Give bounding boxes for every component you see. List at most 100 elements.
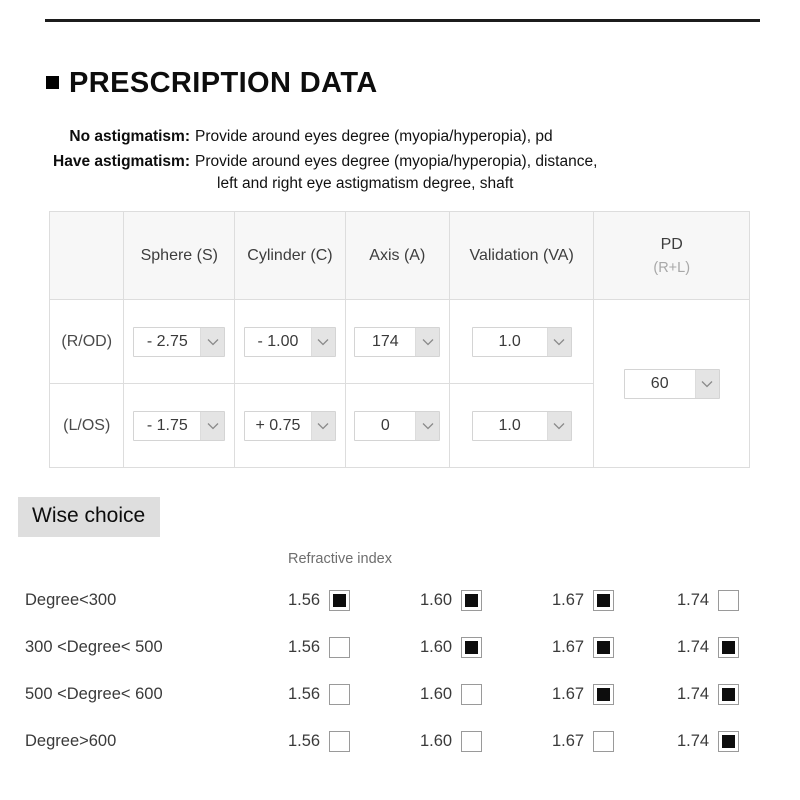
option-group-1-1: 1.60 (420, 637, 483, 658)
option-value-2-3: 1.74 (677, 685, 710, 703)
chevron-down-icon (415, 411, 440, 440)
cell-cylinder-right: - 1.00 (234, 299, 346, 384)
option-value-0-2: 1.67 (552, 591, 585, 609)
cell-pd: 60 (593, 299, 750, 468)
option-group-1-0: 1.56 (288, 637, 351, 658)
cylinder-right-value: - 1.00 (257, 332, 299, 350)
option-group-2-0: 1.56 (288, 684, 351, 705)
option-group-1-3: 1.74 (677, 637, 740, 658)
checkbox-1-1[interactable] (461, 637, 483, 658)
sphere-left-select[interactable]: - 1.75 (133, 410, 226, 441)
option-group-0-0: 1.56 (288, 590, 351, 611)
checkbox-2-2[interactable] (593, 684, 615, 705)
checkbox-2-0[interactable] (329, 684, 351, 705)
checkbox-3-2[interactable] (593, 731, 615, 752)
option-group-0-3: 1.74 (677, 590, 740, 611)
axis-right-select[interactable]: 174 (354, 326, 441, 357)
black-square-bullet-icon (46, 75, 59, 89)
option-value-3-3: 1.74 (677, 732, 710, 750)
validation-right-select[interactable]: 1.0 (471, 326, 572, 357)
cylinder-left-value: + 0.75 (255, 416, 301, 434)
option-group-3-3: 1.74 (677, 731, 740, 752)
prescription-table: Sphere (S) Cylinder (C) Axis (A) Validat… (48, 211, 750, 468)
checkbox-0-3[interactable] (718, 590, 740, 611)
checkbox-0-1[interactable] (461, 590, 483, 611)
wise-choice-heading: Wise choice (18, 497, 161, 537)
pd-value: 60 (650, 374, 669, 392)
list-item: 500 <Degree< 600 1.56 1.60 1.67 1.74 (0, 671, 790, 718)
option-value-2-2: 1.67 (552, 685, 585, 703)
checkbox-1-2[interactable] (593, 637, 615, 658)
option-value-2-1: 1.60 (420, 685, 453, 703)
axis-right-value: 174 (371, 332, 399, 350)
checkbox-1-3[interactable] (718, 637, 740, 658)
option-value-1-3: 1.74 (677, 638, 710, 656)
horizontal-rule (45, 19, 760, 22)
degree-range-label-0: Degree<300 (25, 591, 117, 609)
chevron-down-icon (415, 327, 440, 356)
list-item: Degree>600 1.56 1.60 1.67 1.74 (0, 718, 790, 765)
row-label-left-eye: (L/OS) (48, 383, 125, 468)
checkbox-0-2[interactable] (593, 590, 615, 611)
column-header-axis: Axis (A) (344, 211, 450, 300)
sphere-right-select[interactable]: - 2.75 (133, 326, 226, 357)
option-group-1-2: 1.67 (552, 637, 615, 658)
refractive-index-choice-list: Degree<300 1.56 1.60 1.67 1.74 300 <Degr… (0, 577, 790, 765)
cell-validation-left: 1.0 (448, 383, 595, 468)
cell-axis-right: 174 (344, 299, 450, 384)
cell-sphere-left: - 1.75 (123, 383, 236, 468)
validation-left-value: 1.0 (498, 416, 521, 434)
checkbox-2-3[interactable] (718, 684, 740, 705)
option-group-2-1: 1.60 (420, 684, 483, 705)
checkbox-3-3[interactable] (718, 731, 740, 752)
checkbox-2-1[interactable] (461, 684, 483, 705)
page-title: PRESCRIPTION DATA (46, 67, 378, 100)
column-header-cylinder: Cylinder (C) (234, 211, 346, 300)
column-header-pd-sub: (R+L) (653, 259, 691, 276)
validation-left-select[interactable]: 1.0 (471, 410, 572, 441)
option-value-0-1: 1.60 (420, 591, 453, 609)
option-value-0-0: 1.56 (288, 591, 321, 609)
axis-left-value: 0 (380, 416, 390, 434)
table-row: (R/OD) - 2.75 - 1.00 174 1.0 60 (48, 299, 750, 468)
option-value-1-1: 1.60 (420, 638, 453, 656)
cylinder-left-select[interactable]: + 0.75 (243, 410, 336, 441)
astigmatism-instruction-row: Have astigmatism: Provide around eyes de… (0, 151, 760, 195)
option-group-3-1: 1.60 (420, 731, 483, 752)
axis-left-select[interactable]: 0 (354, 410, 441, 441)
list-item: 300 <Degree< 500 1.56 1.60 1.67 1.74 (0, 624, 790, 671)
option-value-1-0: 1.56 (288, 638, 321, 656)
no-astigmatism-label: No astigmatism: (69, 128, 190, 145)
option-group-2-3: 1.74 (677, 684, 740, 705)
cell-validation-right: 1.0 (448, 299, 595, 384)
have-astigmatism-description-line2: left and right eye astigmatism degree, s… (217, 175, 514, 192)
no-astigmatism-description: Provide around eyes degree (myopia/hyper… (190, 126, 760, 148)
checkbox-3-0[interactable] (329, 731, 351, 752)
degree-range-label-2: 500 <Degree< 600 (25, 685, 163, 703)
pd-select[interactable]: 60 (623, 368, 720, 399)
chevron-down-icon (200, 327, 225, 356)
option-group-3-2: 1.67 (552, 731, 615, 752)
have-astigmatism-label: Have astigmatism: (53, 153, 190, 170)
checkbox-1-0[interactable] (329, 637, 351, 658)
table-corner-cell (48, 211, 125, 300)
cell-axis-left: 0 (344, 383, 450, 468)
option-group-2-2: 1.67 (552, 684, 615, 705)
checkbox-0-0[interactable] (329, 590, 351, 611)
option-value-3-2: 1.67 (552, 732, 585, 750)
no-astigmatism-description-line1: Provide around eyes degree (myopia/hyper… (195, 128, 553, 145)
section-title-text: PRESCRIPTION DATA (69, 67, 378, 99)
have-astigmatism-description: Provide around eyes degree (myopia/hyper… (190, 151, 760, 195)
chevron-down-icon (546, 411, 571, 440)
checkbox-3-1[interactable] (461, 731, 483, 752)
astigmatism-instructions: No astigmatism: Provide around eyes degr… (0, 126, 760, 198)
option-group-0-2: 1.67 (552, 590, 615, 611)
option-value-3-1: 1.60 (420, 732, 453, 750)
cylinder-right-select[interactable]: - 1.00 (243, 326, 336, 357)
astigmatism-instruction-row: No astigmatism: Provide around eyes degr… (0, 126, 760, 148)
refractive-index-column-title: Refractive index (288, 551, 392, 567)
degree-range-label-3: Degree>600 (25, 732, 117, 750)
have-astigmatism-description-line1: Provide around eyes degree (myopia/hyper… (195, 153, 598, 170)
chevron-down-icon (546, 327, 571, 356)
cell-sphere-right: - 2.75 (123, 299, 236, 384)
